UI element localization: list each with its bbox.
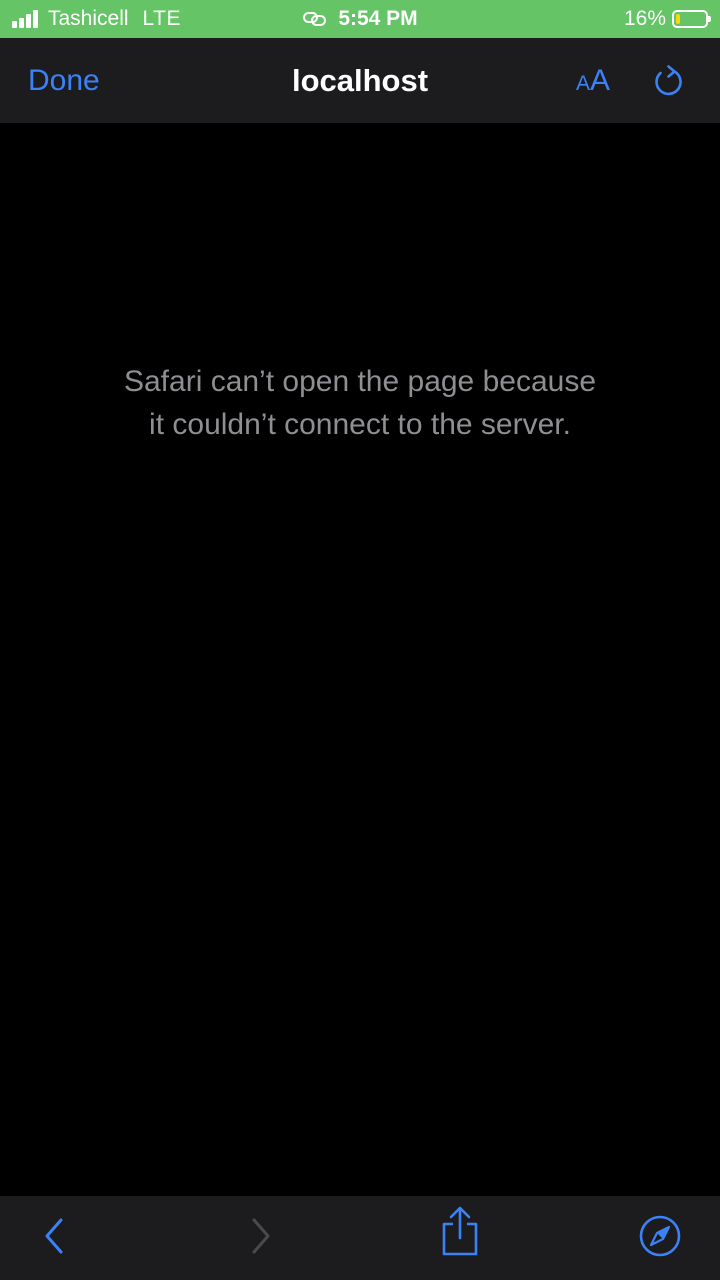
battery-level: [676, 14, 680, 24]
reload-icon: [655, 65, 682, 96]
open-in-safari-button[interactable]: [638, 1214, 682, 1258]
share-button[interactable]: [438, 1206, 482, 1256]
forward-button[interactable]: [238, 1214, 282, 1258]
battery-icon: [672, 10, 711, 28]
bottom-toolbar: [0, 1196, 720, 1280]
nav-bar: Done localhost AA: [0, 38, 720, 123]
share-icon: [442, 1206, 478, 1256]
compass-icon: [639, 1215, 681, 1257]
error-line-1: Safari can’t open the page because: [123, 365, 597, 398]
link-icon: [303, 12, 327, 26]
text-size-button[interactable]: AA: [576, 62, 610, 105]
status-bar: Tashicell LTE 5:54 PM 16%: [0, 0, 720, 38]
error-message: Safari can’t open the page because it co…: [60, 360, 660, 446]
battery-percent: 16%: [623, 7, 666, 30]
page-title: localhost: [291, 63, 429, 98]
reload-button[interactable]: [650, 62, 688, 100]
battery-nub: [708, 16, 711, 22]
clock: 5:54 PM: [338, 7, 418, 30]
error-line-2: it couldn’t connect to the server.: [149, 408, 571, 441]
back-icon: [45, 1218, 63, 1254]
back-button[interactable]: [33, 1214, 77, 1258]
safari-view: Tashicell LTE 5:54 PM 16% Done localhost…: [0, 0, 720, 1280]
text-size-large-label: A: [590, 64, 611, 97]
text-size-small-label: A: [576, 72, 591, 95]
status-center: 5:54 PM: [0, 7, 720, 31]
forward-icon: [252, 1218, 270, 1254]
status-right: 16%: [623, 7, 711, 31]
